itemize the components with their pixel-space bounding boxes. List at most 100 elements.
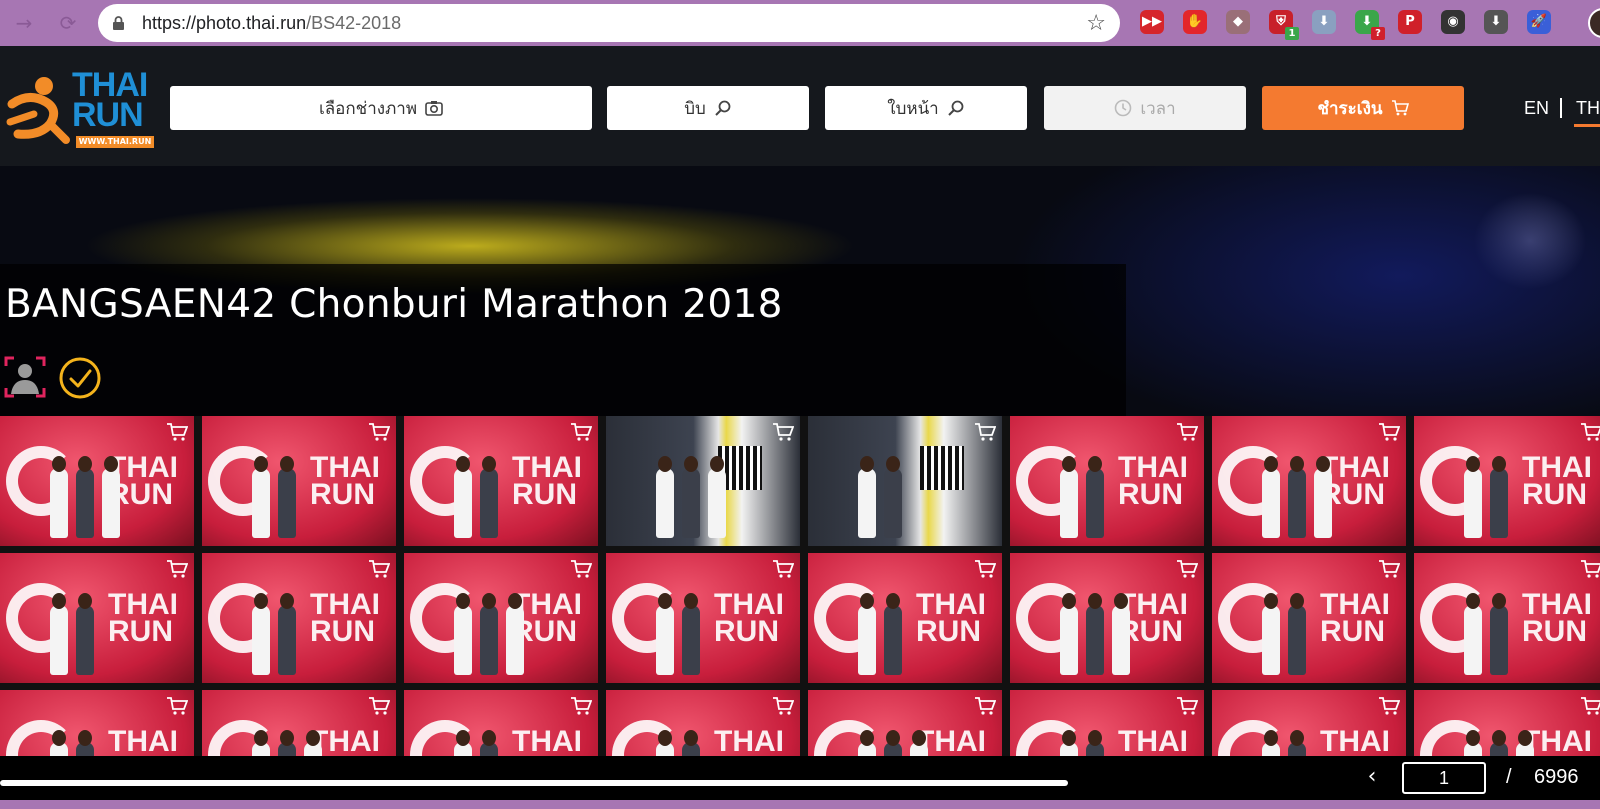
download-dark-icon[interactable]: ⬇ <box>1484 10 1508 34</box>
person-head <box>1114 593 1128 609</box>
extension-red-ff-icon[interactable]: ▶▶ <box>1140 10 1164 34</box>
prev-page-button[interactable]: ‹ <box>1362 764 1382 789</box>
extension-orange-icon[interactable]: ◆ <box>1226 10 1250 34</box>
add-to-cart-icon[interactable] <box>570 696 592 716</box>
cart-icon <box>1391 100 1409 116</box>
bib-search-button[interactable]: บิบ <box>607 86 809 130</box>
person-head <box>1062 593 1076 609</box>
person-head <box>1062 456 1076 472</box>
event-photo-thumbnail[interactable]: THAIRUN <box>1414 690 1600 756</box>
profile-avatar[interactable] <box>1588 8 1600 38</box>
lang-en-link[interactable]: EN <box>1524 98 1549 119</box>
event-photo-thumbnail[interactable]: THAIRUN <box>1414 553 1600 683</box>
pinterest-icon[interactable]: P <box>1398 10 1422 34</box>
time-filter-button[interactable]: เวลา <box>1044 86 1246 130</box>
event-photo-thumbnail[interactable]: THAIRUN <box>1212 553 1406 683</box>
face-scan-icon[interactable] <box>4 356 46 398</box>
photographer-select-button[interactable]: เลือกช่างภาพ <box>170 86 592 130</box>
event-photo-thumbnail[interactable]: THAIRUN <box>404 553 598 683</box>
add-to-cart-icon[interactable] <box>1378 559 1400 579</box>
page-number-input[interactable] <box>1402 762 1486 794</box>
add-to-cart-icon[interactable] <box>1580 696 1600 716</box>
event-photo-thumbnail[interactable]: THAIRUN <box>1010 690 1204 756</box>
forward-arrow-icon[interactable]: → <box>12 11 36 35</box>
checkout-button[interactable]: ชำระเงิน <box>1262 86 1464 130</box>
person-figure <box>102 468 120 538</box>
add-to-cart-icon[interactable] <box>166 559 188 579</box>
person-head <box>1466 730 1480 746</box>
add-to-cart-icon[interactable] <box>570 559 592 579</box>
event-photo-thumbnail[interactable]: THAIRUN <box>202 553 396 683</box>
event-photo-thumbnail[interactable]: THAIRUN <box>202 416 396 546</box>
logo-text-run: RUN <box>72 96 144 134</box>
backdrop-logo: THAIRUN <box>1522 588 1592 648</box>
person-head <box>280 456 294 472</box>
lang-th-link[interactable]: TH <box>1576 98 1600 119</box>
scroll-progress-bar[interactable] <box>0 780 1068 786</box>
screen-record-icon[interactable]: ◉ <box>1441 10 1465 34</box>
check-circle-icon[interactable] <box>58 356 102 400</box>
person-figure <box>682 605 700 675</box>
event-photo-thumbnail[interactable]: THAIRUN <box>202 690 396 756</box>
event-photo-thumbnail[interactable] <box>808 416 1002 546</box>
add-to-cart-icon[interactable] <box>368 559 390 579</box>
thairun-logo[interactable]: THAI RUN WWW.THAI.RUN <box>4 68 154 152</box>
event-photo-thumbnail[interactable]: THAIRUN <box>1212 690 1406 756</box>
person-head <box>886 456 900 472</box>
browser-toolbar: → ⟳ https://photo.thai.run/BS42-2018 ☆ ▶… <box>0 0 1600 46</box>
event-photo-thumbnail[interactable]: THAIRUN <box>808 553 1002 683</box>
download-arrow-icon[interactable]: ⬇ <box>1312 10 1336 34</box>
event-photo-thumbnail[interactable] <box>606 416 800 546</box>
backdrop-logo: THAIRUN <box>310 588 380 648</box>
event-photo-thumbnail[interactable]: THAIRUN <box>1010 553 1204 683</box>
backdrop-logo: THAIRUN <box>1320 725 1390 757</box>
add-to-cart-icon[interactable] <box>1378 422 1400 442</box>
add-to-cart-icon[interactable] <box>368 422 390 442</box>
event-photo-thumbnail[interactable]: THAIRUN <box>404 416 598 546</box>
add-to-cart-icon[interactable] <box>1580 422 1600 442</box>
person-figure <box>480 605 498 675</box>
add-to-cart-icon[interactable] <box>166 696 188 716</box>
event-photo-thumbnail[interactable]: THAIRUN <box>0 553 194 683</box>
add-to-cart-icon[interactable] <box>1580 559 1600 579</box>
face-search-button[interactable]: ใบหน้า <box>825 86 1027 130</box>
add-to-cart-icon[interactable] <box>166 422 188 442</box>
add-to-cart-icon[interactable] <box>570 422 592 442</box>
event-photo-thumbnail[interactable]: THAIRUN <box>606 690 800 756</box>
browser-bottom-edge <box>0 800 1600 809</box>
event-photo-thumbnail[interactable]: THAIRUN <box>0 416 194 546</box>
add-to-cart-icon[interactable] <box>1176 422 1198 442</box>
person-head <box>78 593 92 609</box>
person-head <box>254 593 268 609</box>
event-photo-thumbnail[interactable]: THAIRUN <box>404 690 598 756</box>
event-photo-thumbnail[interactable]: THAIRUN <box>1414 416 1600 546</box>
event-photo-thumbnail[interactable]: THAIRUN <box>0 690 194 756</box>
add-to-cart-icon[interactable] <box>772 559 794 579</box>
person-figure <box>480 468 498 538</box>
download-green-icon[interactable]: ⬇? <box>1355 10 1385 40</box>
reload-icon[interactable]: ⟳ <box>56 11 80 35</box>
adblock-hand-icon[interactable]: ✋ <box>1183 10 1207 34</box>
event-photo-thumbnail[interactable]: THAIRUN <box>1010 416 1204 546</box>
shield-icon[interactable]: ⛨ 1 <box>1269 10 1299 40</box>
add-to-cart-icon[interactable] <box>1176 559 1198 579</box>
add-to-cart-icon[interactable] <box>368 696 390 716</box>
add-to-cart-icon[interactable] <box>1378 696 1400 716</box>
add-to-cart-icon[interactable] <box>772 696 794 716</box>
bib-label: บิบ <box>684 98 706 119</box>
add-to-cart-icon[interactable] <box>974 559 996 579</box>
backdrop-logo: THAIRUN <box>310 451 380 511</box>
person-figure <box>76 605 94 675</box>
event-photo-thumbnail[interactable]: THAIRUN <box>606 553 800 683</box>
rocket-icon[interactable]: 🚀 <box>1527 10 1551 34</box>
add-to-cart-icon[interactable] <box>1176 696 1198 716</box>
event-photo-thumbnail[interactable]: THAIRUN <box>808 690 1002 756</box>
address-bar[interactable]: https://photo.thai.run/BS42-2018 ☆ <box>98 4 1120 42</box>
backdrop-logo: THAIRUN <box>1118 725 1188 757</box>
add-to-cart-icon[interactable] <box>974 422 996 442</box>
event-photo-thumbnail[interactable]: THAIRUN <box>1212 416 1406 546</box>
add-to-cart-icon[interactable] <box>772 422 794 442</box>
person-figure <box>1060 605 1078 675</box>
bookmark-star-icon[interactable]: ☆ <box>1086 11 1106 36</box>
add-to-cart-icon[interactable] <box>974 696 996 716</box>
